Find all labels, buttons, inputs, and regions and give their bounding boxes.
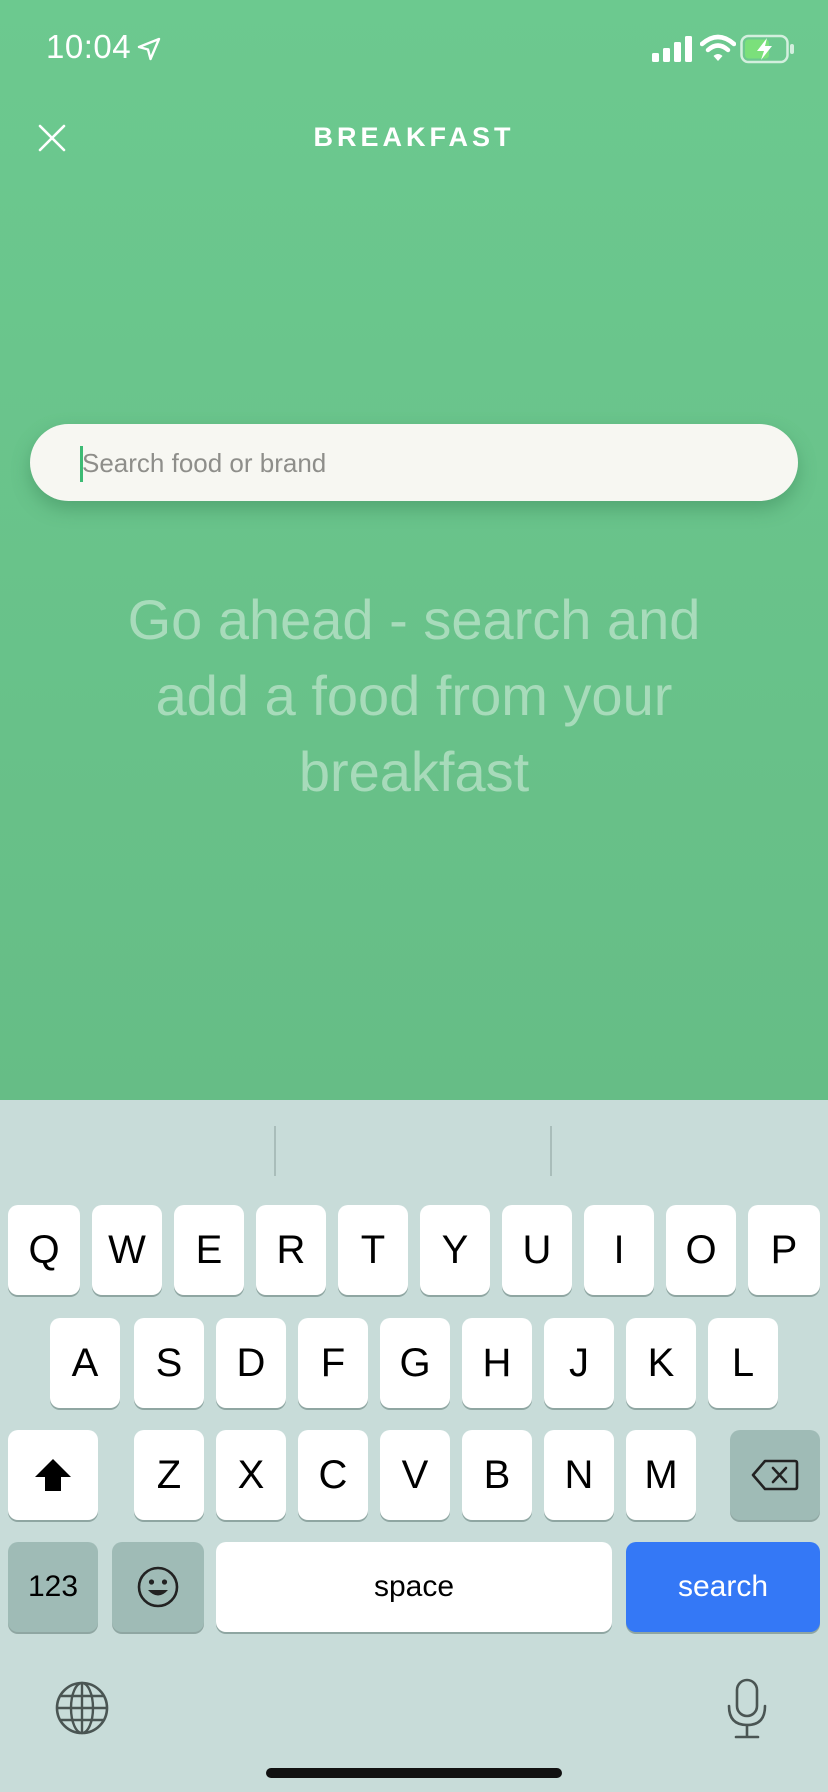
search-bar[interactable] — [30, 424, 798, 503]
key-g[interactable]: G — [380, 1318, 450, 1408]
key-z[interactable]: Z — [134, 1430, 204, 1520]
wifi-icon — [700, 34, 736, 61]
status-bar: 10:04 — [0, 0, 828, 100]
key-r[interactable]: R — [256, 1205, 326, 1295]
home-indicator — [266, 1768, 562, 1778]
key-p[interactable]: P — [748, 1205, 820, 1295]
key-d[interactable]: D — [216, 1318, 286, 1408]
key-b[interactable]: B — [462, 1430, 532, 1520]
shift-key[interactable] — [8, 1430, 98, 1520]
key-m[interactable]: M — [626, 1430, 696, 1520]
suggestion-divider — [550, 1126, 552, 1176]
key-h[interactable]: H — [462, 1318, 532, 1408]
key-w[interactable]: W — [92, 1205, 162, 1295]
page-title: BREAKFAST — [313, 122, 515, 152]
key-e[interactable]: E — [174, 1205, 244, 1295]
key-c[interactable]: C — [298, 1430, 368, 1520]
keyboard: Q W E R T Y U I O P A S D F G H J K L Z … — [0, 1100, 828, 1792]
key-n[interactable]: N — [544, 1430, 614, 1520]
key-o[interactable]: O — [666, 1205, 736, 1295]
key-y[interactable]: Y — [420, 1205, 490, 1295]
location-arrow-icon — [137, 37, 161, 61]
battery-charging-icon — [740, 34, 794, 64]
key-j[interactable]: J — [544, 1318, 614, 1408]
emoji-key[interactable] — [112, 1542, 204, 1632]
key-s[interactable]: S — [134, 1318, 204, 1408]
empty-state-message: Go ahead - search and add a food from yo… — [127, 588, 701, 803]
key-v[interactable]: V — [380, 1430, 450, 1520]
suggestion-divider — [274, 1126, 276, 1176]
key-a[interactable]: A — [50, 1318, 120, 1408]
mic-icon[interactable] — [722, 1678, 772, 1740]
numbers-key[interactable]: 123 — [8, 1542, 98, 1632]
shift-icon — [35, 1459, 71, 1491]
cellular-signal-icon — [652, 36, 692, 62]
key-x[interactable]: X — [216, 1430, 286, 1520]
emoji-icon — [137, 1566, 179, 1608]
globe-icon[interactable] — [54, 1680, 110, 1736]
key-k[interactable]: K — [626, 1318, 696, 1408]
app-screen: 10:04 BREAKFAST Go ahead - search and a — [0, 0, 828, 1100]
space-key[interactable]: space — [216, 1542, 612, 1632]
key-l[interactable]: L — [708, 1318, 778, 1408]
delete-icon — [751, 1459, 799, 1491]
search-input[interactable] — [80, 424, 774, 503]
search-key[interactable]: search — [626, 1542, 820, 1632]
key-q[interactable]: Q — [8, 1205, 80, 1295]
key-f[interactable]: F — [298, 1318, 368, 1408]
status-time: 10:04 — [46, 28, 132, 65]
key-u[interactable]: U — [502, 1205, 572, 1295]
key-t[interactable]: T — [338, 1205, 408, 1295]
delete-key[interactable] — [730, 1430, 820, 1520]
key-i[interactable]: I — [584, 1205, 654, 1295]
